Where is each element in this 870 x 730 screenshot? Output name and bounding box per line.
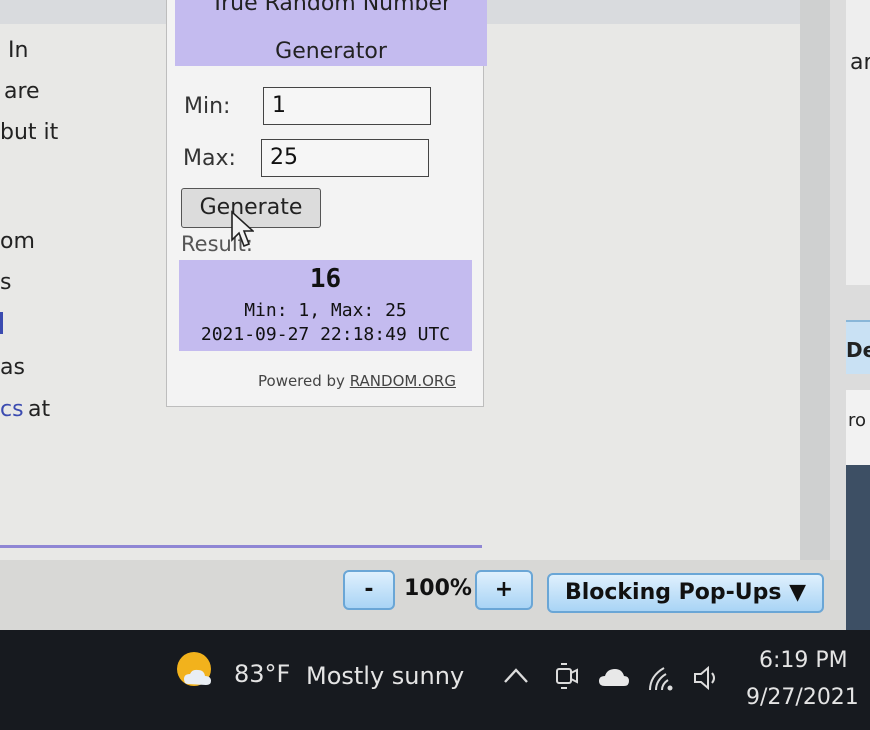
text-fragment: In — [8, 38, 29, 63]
text-fragment: as — [0, 355, 25, 380]
adjacent-panel-text: ro — [848, 410, 867, 431]
meet-now-icon[interactable] — [553, 660, 579, 692]
clock-time[interactable]: 6:19 PM — [759, 648, 848, 673]
result-timestamp: 2021-09-27 22:18:49 UTC — [200, 324, 451, 345]
text-fragment: om — [0, 229, 35, 254]
adjacent-text: ar — [850, 50, 870, 75]
volume-icon[interactable] — [692, 664, 722, 692]
browser-page: In are but it om s as cs at True Random … — [0, 0, 800, 560]
powered-by: Powered by RANDOM.ORG — [258, 372, 456, 390]
widget-title: True Random Number Generator — [175, 0, 487, 66]
partly-sunny-icon[interactable] — [174, 650, 218, 692]
link-fragment[interactable]: cs — [0, 397, 24, 422]
desktop-background — [846, 465, 870, 630]
mouse-cursor-icon — [231, 210, 254, 248]
result-range: Min: 1, Max: 25 — [244, 300, 407, 321]
weather-description[interactable]: Mostly sunny — [306, 662, 464, 690]
chevron-up-icon[interactable] — [503, 666, 529, 686]
zoom-in-button[interactable]: + — [475, 570, 533, 610]
min-label: Min: — [184, 94, 231, 119]
link-marker — [0, 312, 3, 334]
temperature[interactable]: 83°F — [234, 660, 290, 688]
result-box: 16 Min: 1, Max: 25 2021-09-27 22:18:49 U… — [179, 260, 472, 351]
max-label: Max: — [183, 146, 236, 171]
zoom-out-button[interactable]: - — [343, 570, 395, 610]
divider-line — [0, 545, 482, 548]
random-org-link[interactable]: RANDOM.ORG — [350, 372, 456, 390]
text-fragment: are — [4, 79, 40, 104]
wifi-icon[interactable] — [648, 664, 678, 692]
adjacent-window-content — [846, 0, 870, 285]
onedrive-cloud-icon[interactable] — [597, 666, 631, 688]
widget-title-line2: Generator — [275, 39, 387, 64]
text-fragment: at — [28, 397, 51, 422]
min-input[interactable]: 1 — [263, 87, 431, 125]
result-number: 16 — [309, 264, 342, 294]
widget-title-line1: True Random Number — [210, 0, 452, 16]
popup-blocker-dropdown[interactable]: Blocking Pop-Ups ▼ — [547, 573, 824, 613]
max-input[interactable]: 25 — [261, 139, 429, 177]
text-fragment: but it — [0, 120, 59, 145]
powered-by-text: Powered by — [258, 372, 345, 390]
adjacent-tab-label: De — [846, 338, 870, 362]
text-fragment: s — [0, 270, 12, 295]
zoom-level: 100% — [404, 576, 472, 601]
clock-date[interactable]: 9/27/2021 — [746, 685, 859, 710]
